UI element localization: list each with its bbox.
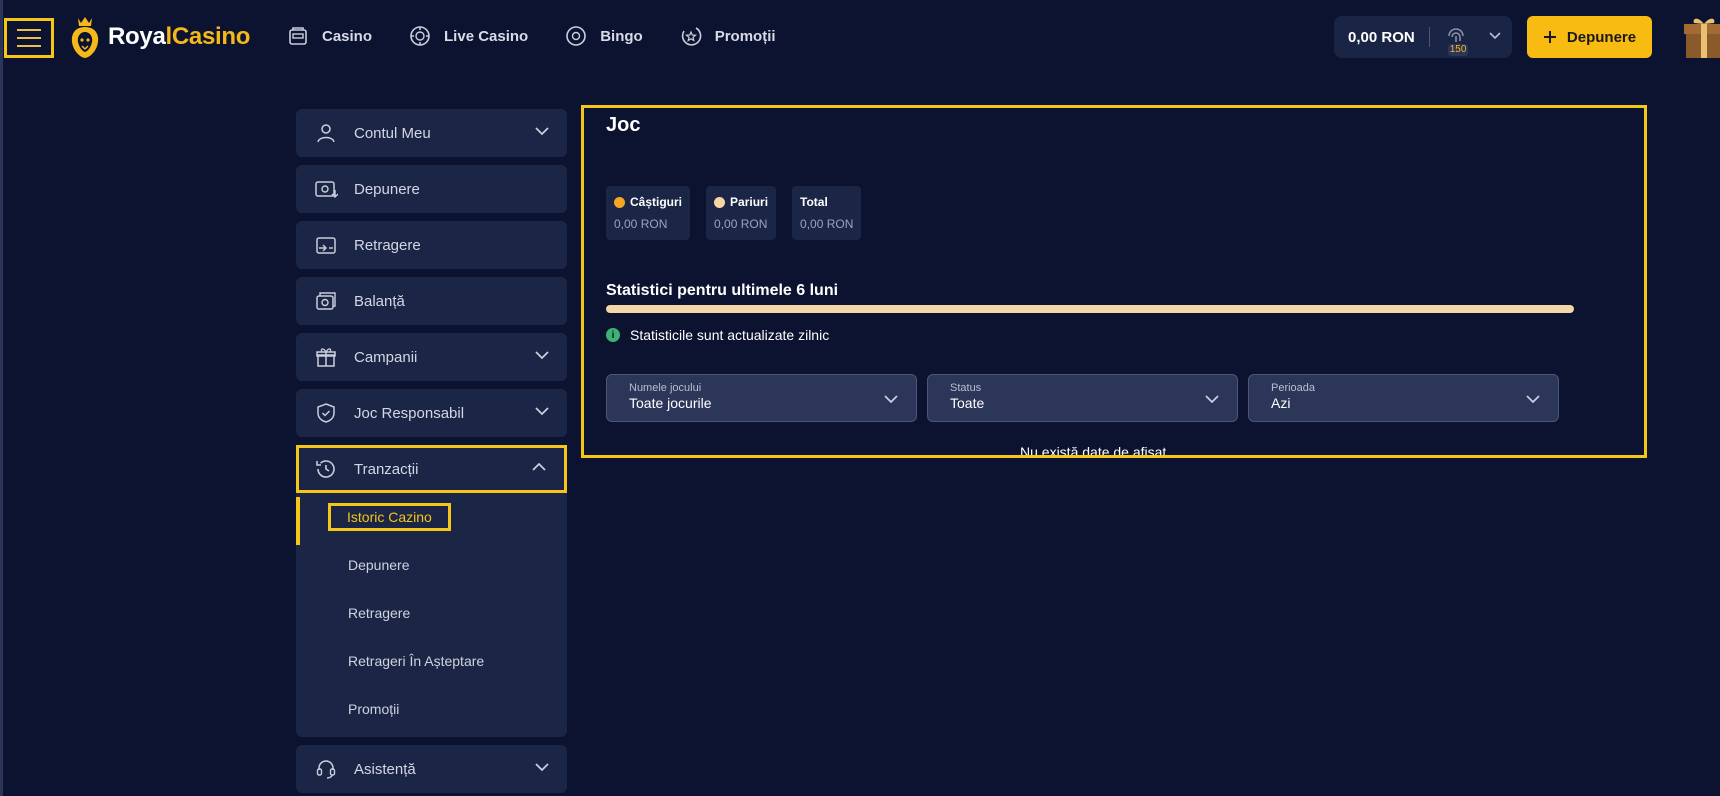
hamburger-line bbox=[17, 45, 41, 47]
promo-star-icon bbox=[679, 24, 703, 48]
sidebar-item-account[interactable]: Contul Meu bbox=[296, 109, 567, 157]
nav-bingo[interactable]: Bingo bbox=[564, 24, 643, 48]
stat-card-total: Total 0,00 RON bbox=[792, 186, 862, 240]
history-icon bbox=[314, 457, 338, 481]
menu-button[interactable] bbox=[4, 18, 54, 58]
page-title: Joc bbox=[606, 114, 641, 136]
info-message: i Statisticile sunt actualizate zilnic bbox=[606, 327, 829, 343]
nav-promotions[interactable]: Promoții bbox=[679, 24, 776, 48]
nav-live-casino[interactable]: Live Casino bbox=[408, 24, 528, 48]
stat-cards: Câștiguri 0,00 RON Pariuri 0,00 RON Tota… bbox=[606, 186, 862, 240]
royal-casino-logo[interactable]: RoyalCasino bbox=[68, 14, 250, 60]
legend-dot bbox=[714, 196, 726, 208]
chevron-down-icon bbox=[882, 390, 900, 413]
filter-game-name[interactable]: Numele jocului Toate jocurile bbox=[606, 374, 917, 422]
info-icon: i bbox=[606, 328, 620, 342]
chevron-down-icon bbox=[1524, 390, 1542, 413]
poker-chip-icon bbox=[408, 24, 432, 48]
submenu-casino-history[interactable]: Istoric Cazino bbox=[296, 493, 567, 541]
chevron-up-icon bbox=[530, 458, 548, 481]
withdraw-icon bbox=[314, 233, 338, 257]
logo-text: RoyalCasino bbox=[108, 23, 251, 50]
bingo-ball-icon bbox=[564, 24, 588, 48]
points-badge: 150 bbox=[1447, 44, 1469, 56]
stat-card-bets: Pariuri 0,00 RON bbox=[706, 186, 777, 240]
chevron-down-icon bbox=[533, 758, 551, 781]
chevron-down-icon bbox=[533, 346, 551, 369]
window-edge bbox=[0, 0, 3, 796]
hamburger-line bbox=[17, 37, 41, 39]
chevron-down-icon bbox=[533, 402, 551, 425]
balance-value: 0,00 RON bbox=[1348, 28, 1415, 46]
filter-period[interactable]: Perioada Azi bbox=[1248, 374, 1559, 422]
headset-icon bbox=[314, 757, 338, 781]
sidebar-item-balance[interactable]: Balanță bbox=[296, 277, 567, 325]
stats-bar bbox=[606, 305, 1574, 313]
submenu-promotions[interactable]: Promoții bbox=[296, 685, 567, 733]
plus-icon bbox=[1543, 31, 1556, 43]
filters: Numele jocului Toate jocurile Status Toa… bbox=[606, 374, 1559, 422]
filter-status[interactable]: Status Toate bbox=[927, 374, 1238, 422]
balance-icon bbox=[314, 289, 338, 313]
user-icon bbox=[314, 121, 338, 145]
sidebar-item-support[interactable]: Asistență bbox=[296, 745, 567, 793]
deposit-button[interactable]: Depunere bbox=[1527, 16, 1652, 58]
sidebar-item-deposit[interactable]: Depunere bbox=[296, 165, 567, 213]
submenu-deposit[interactable]: Depunere bbox=[296, 541, 567, 589]
main-nav: Casino Live Casino Bingo Promoții bbox=[286, 0, 776, 72]
sidebar-item-responsible-gaming[interactable]: Joc Responsabil bbox=[296, 389, 567, 437]
top-header: RoyalCasino Casino Live Casino Bingo Pro… bbox=[0, 0, 1720, 72]
legend-dot bbox=[614, 196, 625, 208]
stat-card-winnings: Câștiguri 0,00 RON bbox=[606, 186, 691, 240]
gift-icon bbox=[314, 345, 338, 369]
chevron-down-icon bbox=[533, 122, 551, 145]
deposit-icon bbox=[314, 177, 338, 201]
gift-icon[interactable] bbox=[1684, 14, 1720, 58]
loyalty-points[interactable]: 150 bbox=[1444, 24, 1470, 56]
submenu-withdraw[interactable]: Retragere bbox=[296, 589, 567, 637]
sidebar-item-campaigns[interactable]: Campanii bbox=[296, 333, 567, 381]
section-title: Statistici pentru ultimele 6 luni bbox=[606, 282, 839, 299]
account-sidebar: Contul Meu Depunere Retragere Balanță Ca… bbox=[296, 109, 567, 796]
game-panel: Joc Câștiguri 0,00 RON Pariuri 0,00 RON … bbox=[581, 105, 1647, 458]
empty-state-text: Nu există date de afișat bbox=[1020, 445, 1167, 455]
transactions-submenu: Istoric Cazino Depunere Retragere Retrag… bbox=[296, 493, 567, 737]
chevron-down-icon[interactable] bbox=[1488, 28, 1502, 47]
sidebar-item-transactions[interactable]: Tranzacții bbox=[296, 445, 567, 493]
nav-casino[interactable]: Casino bbox=[286, 24, 372, 48]
chevron-down-icon bbox=[1203, 390, 1221, 413]
balance-widget[interactable]: 0,00 RON 150 bbox=[1334, 16, 1512, 58]
submenu-pending-withdrawals[interactable]: Retrageri În Așteptare bbox=[296, 637, 567, 685]
shield-icon bbox=[314, 401, 338, 425]
hamburger-line bbox=[17, 29, 41, 31]
slot-machine-icon bbox=[286, 24, 310, 48]
lion-crown-icon bbox=[71, 17, 99, 58]
divider bbox=[1428, 27, 1430, 47]
sidebar-item-withdraw[interactable]: Retragere bbox=[296, 221, 567, 269]
